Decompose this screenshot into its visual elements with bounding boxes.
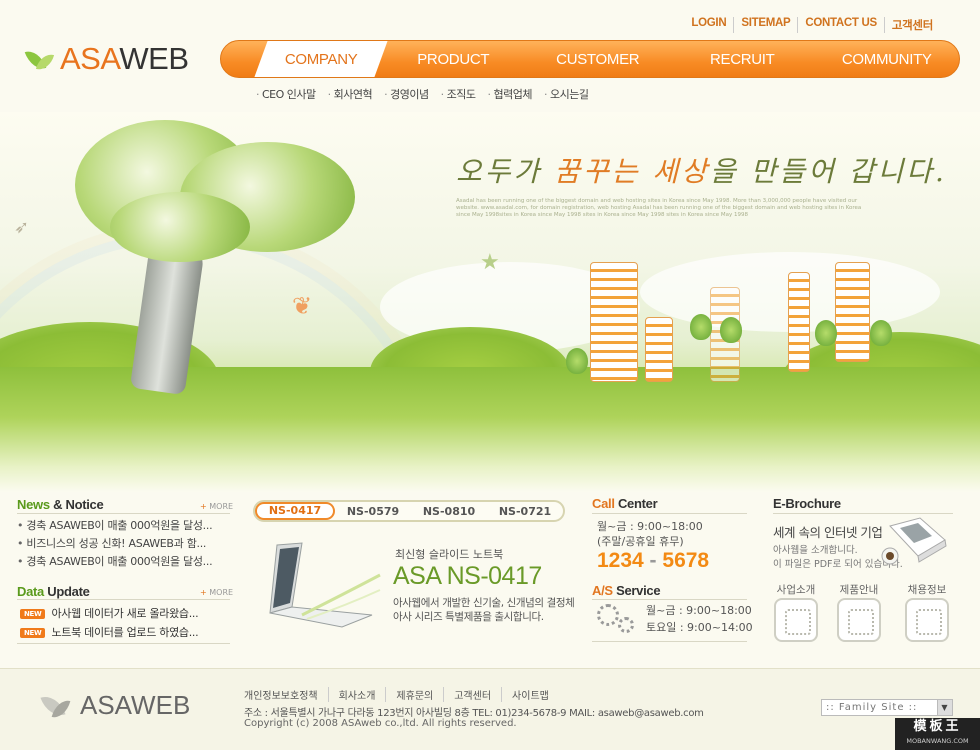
e-brochure-title: E-Brochure [773, 496, 841, 511]
product-name[interactable]: ASA NS-0417 [393, 562, 542, 591]
site-logo[interactable]: ASAWEB [26, 41, 189, 76]
divider [592, 641, 747, 642]
call-hours-weekday: 월~금 : 9:00~18:00 [597, 520, 703, 533]
subnav-ceo[interactable]: CEO 인사말 [256, 86, 316, 102]
tab-ns-0579[interactable]: NS-0579 [335, 505, 411, 518]
watermark-logo: 模板王 MOBANWANG.COM [895, 718, 980, 750]
tab-ns-0417[interactable]: NS-0417 [255, 502, 335, 520]
building-illustration [788, 272, 810, 372]
laptop-image[interactable] [262, 535, 382, 635]
customer-center-link[interactable]: 고객센터 [443, 687, 501, 702]
divider [592, 599, 747, 600]
utility-links: LOGIN SITEMAP CONTACT US 고객센터 [684, 17, 940, 33]
recruit-info-button[interactable] [905, 598, 949, 642]
recruit-info-label: 채용정보 [907, 584, 947, 596]
subnav-philosophy[interactable]: 경영이념 [384, 86, 429, 102]
call-center-info: 월~금 : 9:00~18:00 (주말/공휴일 휴무) 1234 - 5678 [597, 519, 709, 573]
nav-community[interactable]: COMMUNITY [815, 41, 960, 77]
data-update-item[interactable]: NEW 노트북 데이터를 업로드 하였습... [20, 623, 230, 642]
building-illustration [645, 317, 673, 382]
divider [592, 513, 747, 514]
gear-icon [618, 617, 634, 633]
contact-us-link[interactable]: CONTACT US [797, 17, 884, 33]
data-more-link[interactable]: MORE [200, 588, 233, 597]
nav-company[interactable]: COMPANY [254, 41, 388, 77]
call-hours-note: (주말/공휴일 휴무) [597, 535, 684, 548]
news-item[interactable]: 경축 ASAWEB이 매출 000억원을 달성... [17, 553, 230, 571]
customer-center-link[interactable]: 고객센터 [883, 17, 940, 33]
leaf-logo-icon [26, 45, 54, 73]
tab-ns-0810[interactable]: NS-0810 [411, 505, 487, 518]
call-center-title: Call Center [592, 496, 658, 511]
data-update-title: Data Update [17, 584, 90, 599]
footer-links: 개인정보보호정책 회사소개 제휴문의 고객센터 사이트맵 [244, 687, 559, 702]
divider [17, 599, 230, 600]
footer-address: 주소 : 서울특별시 가나구 다라동 123번지 아사빌딩 8층 TEL: 01… [244, 708, 704, 719]
small-tree-icon [870, 320, 892, 346]
small-tree-icon [815, 320, 837, 346]
subnav-partners[interactable]: 협력업체 [488, 86, 533, 102]
business-intro-label: 사업소개 [776, 584, 816, 596]
product-subtitle: 최신형 슬라이드 노트북 [395, 548, 504, 561]
building-illustration [835, 262, 870, 362]
company-intro-link[interactable]: 회사소개 [327, 687, 386, 702]
subnav-history[interactable]: 회사연혁 [328, 86, 373, 102]
brochure-book-icon[interactable] [880, 516, 950, 572]
new-badge: NEW [20, 609, 46, 619]
leaf-logo-icon [42, 692, 72, 720]
footer-copyright: Copyright (c) 2008 ASAweb co.,ltd. All r… [244, 718, 517, 729]
new-badge: NEW [20, 628, 46, 638]
call-phone-number[interactable]: 1234 - 5678 [597, 549, 709, 573]
family-site-select[interactable]: :: Family Site :: ▼ [821, 699, 953, 716]
chevron-down-icon: ▼ [937, 700, 952, 715]
subnav-directions[interactable]: 오시는길 [544, 86, 589, 102]
main-nav: COMPANY PRODUCT CUSTOMER RECRUIT COMMUNI… [220, 40, 960, 78]
news-more-link[interactable]: MORE [200, 502, 233, 511]
login-link[interactable]: LOGIN [684, 17, 733, 33]
partnership-link[interactable]: 제휴문의 [385, 687, 443, 702]
brand-name: ASAWEB [60, 41, 189, 76]
gear-icon [597, 604, 619, 626]
tree-crown [110, 192, 250, 262]
slogan-subtext: Asadal has been running one of the bigge… [456, 198, 862, 218]
product-tabs: NS-0417 NS-0579 NS-0810 NS-0721 [253, 500, 565, 522]
business-intro-button[interactable] [774, 598, 818, 642]
butterfly-icon: ❦ [292, 292, 313, 320]
small-tree-icon [690, 314, 712, 340]
product-description: 아사웹에서 개발한 신기술, 신개념의 결정체 아사 시리즈 특별제품을 출시합… [393, 597, 575, 623]
nav-product[interactable]: PRODUCT [381, 41, 526, 77]
slogan: 오두가 꿈꾸는 세상을 만들어 갑니다. [456, 155, 947, 188]
small-tree-icon [720, 317, 742, 343]
footer-logo: ASAWEB [42, 690, 190, 721]
news-notice-title: News & Notice [17, 497, 104, 512]
main-visual-banner: ★ ❦ ➶ 오두가 꿈꾸는 세상을 만들어 갑니다. Asadal has be… [0, 112, 980, 492]
divider [17, 513, 230, 514]
product-guide-button[interactable] [837, 598, 881, 642]
bird-icon: ➶ [14, 217, 30, 238]
divider [17, 643, 230, 644]
building-illustration [590, 262, 638, 382]
news-list: 경축 ASAWEB이 매출 000억원을 달성... 비즈니스의 성공 신화! … [17, 517, 230, 571]
news-item[interactable]: 경축 ASAWEB이 매출 000억원을 달성... [17, 517, 230, 535]
subnav-organization[interactable]: 조직도 [441, 86, 476, 102]
star-decoration-icon: ★ [480, 250, 500, 275]
news-item[interactable]: 비즈니스의 성공 신화! ASAWEB과 함... [17, 535, 230, 553]
as-service-title: A/S Service [592, 583, 661, 598]
as-service-hours: 월~금 : 9:00~18:00 토요일 : 9:00~14:00 [646, 604, 753, 634]
divider [773, 513, 953, 514]
data-update-list: NEW 아사웹 데이터가 새로 올라왔습... NEW 노트북 데이터를 업로드 하… [20, 604, 230, 642]
data-update-item[interactable]: NEW 아사웹 데이터가 새로 올라왔습... [20, 604, 230, 623]
tab-ns-0721[interactable]: NS-0721 [487, 505, 563, 518]
sitemap-link[interactable]: 사이트맵 [501, 687, 559, 702]
product-guide-label: 제품안내 [839, 584, 879, 596]
privacy-policy-link[interactable]: 개인정보보호정책 [244, 687, 328, 702]
nav-recruit[interactable]: RECRUIT [670, 41, 815, 77]
nav-customer[interactable]: CUSTOMER [526, 41, 671, 77]
sitemap-link[interactable]: SITEMAP [733, 17, 797, 33]
sub-nav: CEO 인사말 회사연혁 경영이념 조직도 협력업체 오시는길 [256, 86, 589, 102]
small-tree-icon [566, 348, 588, 374]
